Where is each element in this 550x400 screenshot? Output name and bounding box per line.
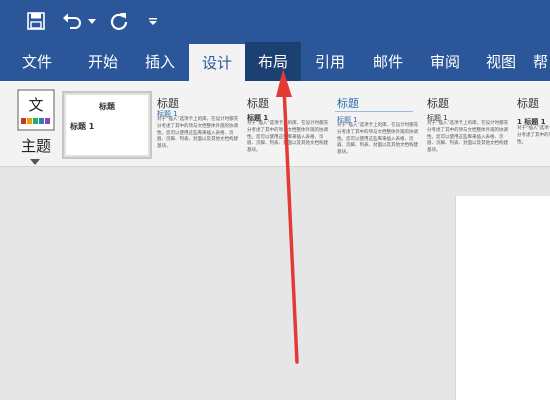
style-thumbnail: 标题 标题 1	[66, 95, 148, 155]
undo-button[interactable]	[60, 6, 84, 36]
style-title-rule	[335, 111, 413, 112]
document-canvas	[0, 168, 550, 400]
tab-layout[interactable]: 布局	[245, 42, 301, 81]
style-set-2[interactable]: 标题 标题 1 对于“插入”选项卡上的库，在设计时都充分考虑了其中的项与文档整体…	[153, 91, 243, 159]
style-set-6[interactable]: 标题 1 标题 1 对于“插入”选项卡上的库，在设计时都充分考虑了其中的项与文档…	[513, 91, 550, 159]
style-thumbnail: 标题 标题 1 对于“插入”选项卡上的库，在设计时都充分考虑了其中的项与文档整体…	[243, 91, 333, 159]
ribbon-tab-bar: 文件 开始 插入 设计 布局 引用 邮件 审阅 视图 帮	[0, 42, 550, 81]
customize-toolbar-button[interactable]	[144, 6, 162, 36]
chevron-down-icon	[30, 159, 40, 165]
themes-label: 主题	[20, 137, 51, 155]
style-title: 标题	[247, 97, 269, 110]
style-set-5[interactable]: 标题 标题 1 对于“插入”选项卡上的库，在设计时都充分考虑了其中的项与文档整体…	[423, 91, 513, 159]
style-title: 标题	[517, 97, 539, 110]
tab-references[interactable]: 引用	[301, 42, 359, 81]
redo-button[interactable]	[106, 6, 132, 36]
style-title: 标题	[427, 97, 449, 110]
dropdown-icon	[88, 18, 96, 24]
style-set-4[interactable]: 标题 标题 1 对于“插入”选项卡上的库，在设计时都充分考虑了其中的项与文档整体…	[333, 91, 423, 159]
style-title: 标题	[337, 97, 359, 110]
tab-view[interactable]: 视图	[473, 42, 529, 81]
tab-file[interactable]: 文件	[0, 42, 74, 81]
themes-button[interactable]: 文 主题	[10, 85, 62, 167]
undo-dropdown-button[interactable]	[86, 6, 98, 36]
style-set-3[interactable]: 标题 标题 1 对于“插入”选项卡上的库，在设计时都充分考虑了其中的项与文档整体…	[243, 91, 333, 159]
style-title: 标题	[99, 102, 115, 111]
tab-design[interactable]: 设计	[189, 44, 245, 81]
tab-insert[interactable]: 插入	[132, 42, 188, 81]
redo-icon	[110, 13, 128, 30]
ribbon-design-panel: 文 主题 标题 标题 1 标题 标题 1 对于“插入”选项卡上的库，在设计时都充…	[0, 81, 550, 167]
style-thumbnail: 标题 标题 1 对于“插入”选项卡上的库，在设计时都充分考虑了其中的项与文档整体…	[423, 91, 513, 159]
quick-access-toolbar	[0, 0, 550, 42]
style-body-text: 对于“插入”选项卡上的库，在设计时都充分考虑了其中的项与文档整体外观的协调性。您…	[337, 123, 419, 156]
style-thumbnail: 标题 标题 1 对于“插入”选项卡上的库，在设计时都充分考虑了其中的项与文档整体…	[333, 91, 423, 159]
tab-help[interactable]: 帮	[529, 42, 550, 81]
document-page[interactable]	[455, 196, 550, 400]
save-button[interactable]	[22, 6, 50, 36]
style-body-text: 对于“插入”选项卡上的库，在设计时都充分考虑了其中的项与文档整体外观的协调性。	[517, 126, 550, 145]
save-icon	[27, 12, 45, 30]
tab-review[interactable]: 审阅	[417, 42, 473, 81]
tab-home[interactable]: 开始	[74, 42, 132, 81]
tab-mailings[interactable]: 邮件	[359, 42, 417, 81]
themes-icon: 文	[17, 89, 55, 131]
style-thumbnail: 标题 标题 1 对于“插入”选项卡上的库，在设计时都充分考虑了其中的项与文档整体…	[153, 91, 243, 159]
style-body-text: 对于“插入”选项卡上的库，在设计时都充分考虑了其中的项与文档整体外观的协调性。您…	[157, 117, 239, 150]
customize-icon	[149, 18, 157, 25]
undo-icon	[63, 13, 81, 29]
style-body-text: 对于“插入”选项卡上的库，在设计时都充分考虑了其中的项与文档整体外观的协调性。您…	[247, 121, 329, 154]
style-heading1: 标题 1	[70, 122, 95, 131]
themes-icon-glyph: 文	[28, 96, 43, 114]
style-set-default[interactable]: 标题 标题 1	[62, 91, 152, 159]
style-thumbnail: 标题 1 标题 1 对于“插入”选项卡上的库，在设计时都充分考虑了其中的项与文档…	[513, 91, 550, 159]
style-body-text: 对于“插入”选项卡上的库，在设计时都充分考虑了其中的项与文档整体外观的协调性。您…	[427, 121, 509, 154]
